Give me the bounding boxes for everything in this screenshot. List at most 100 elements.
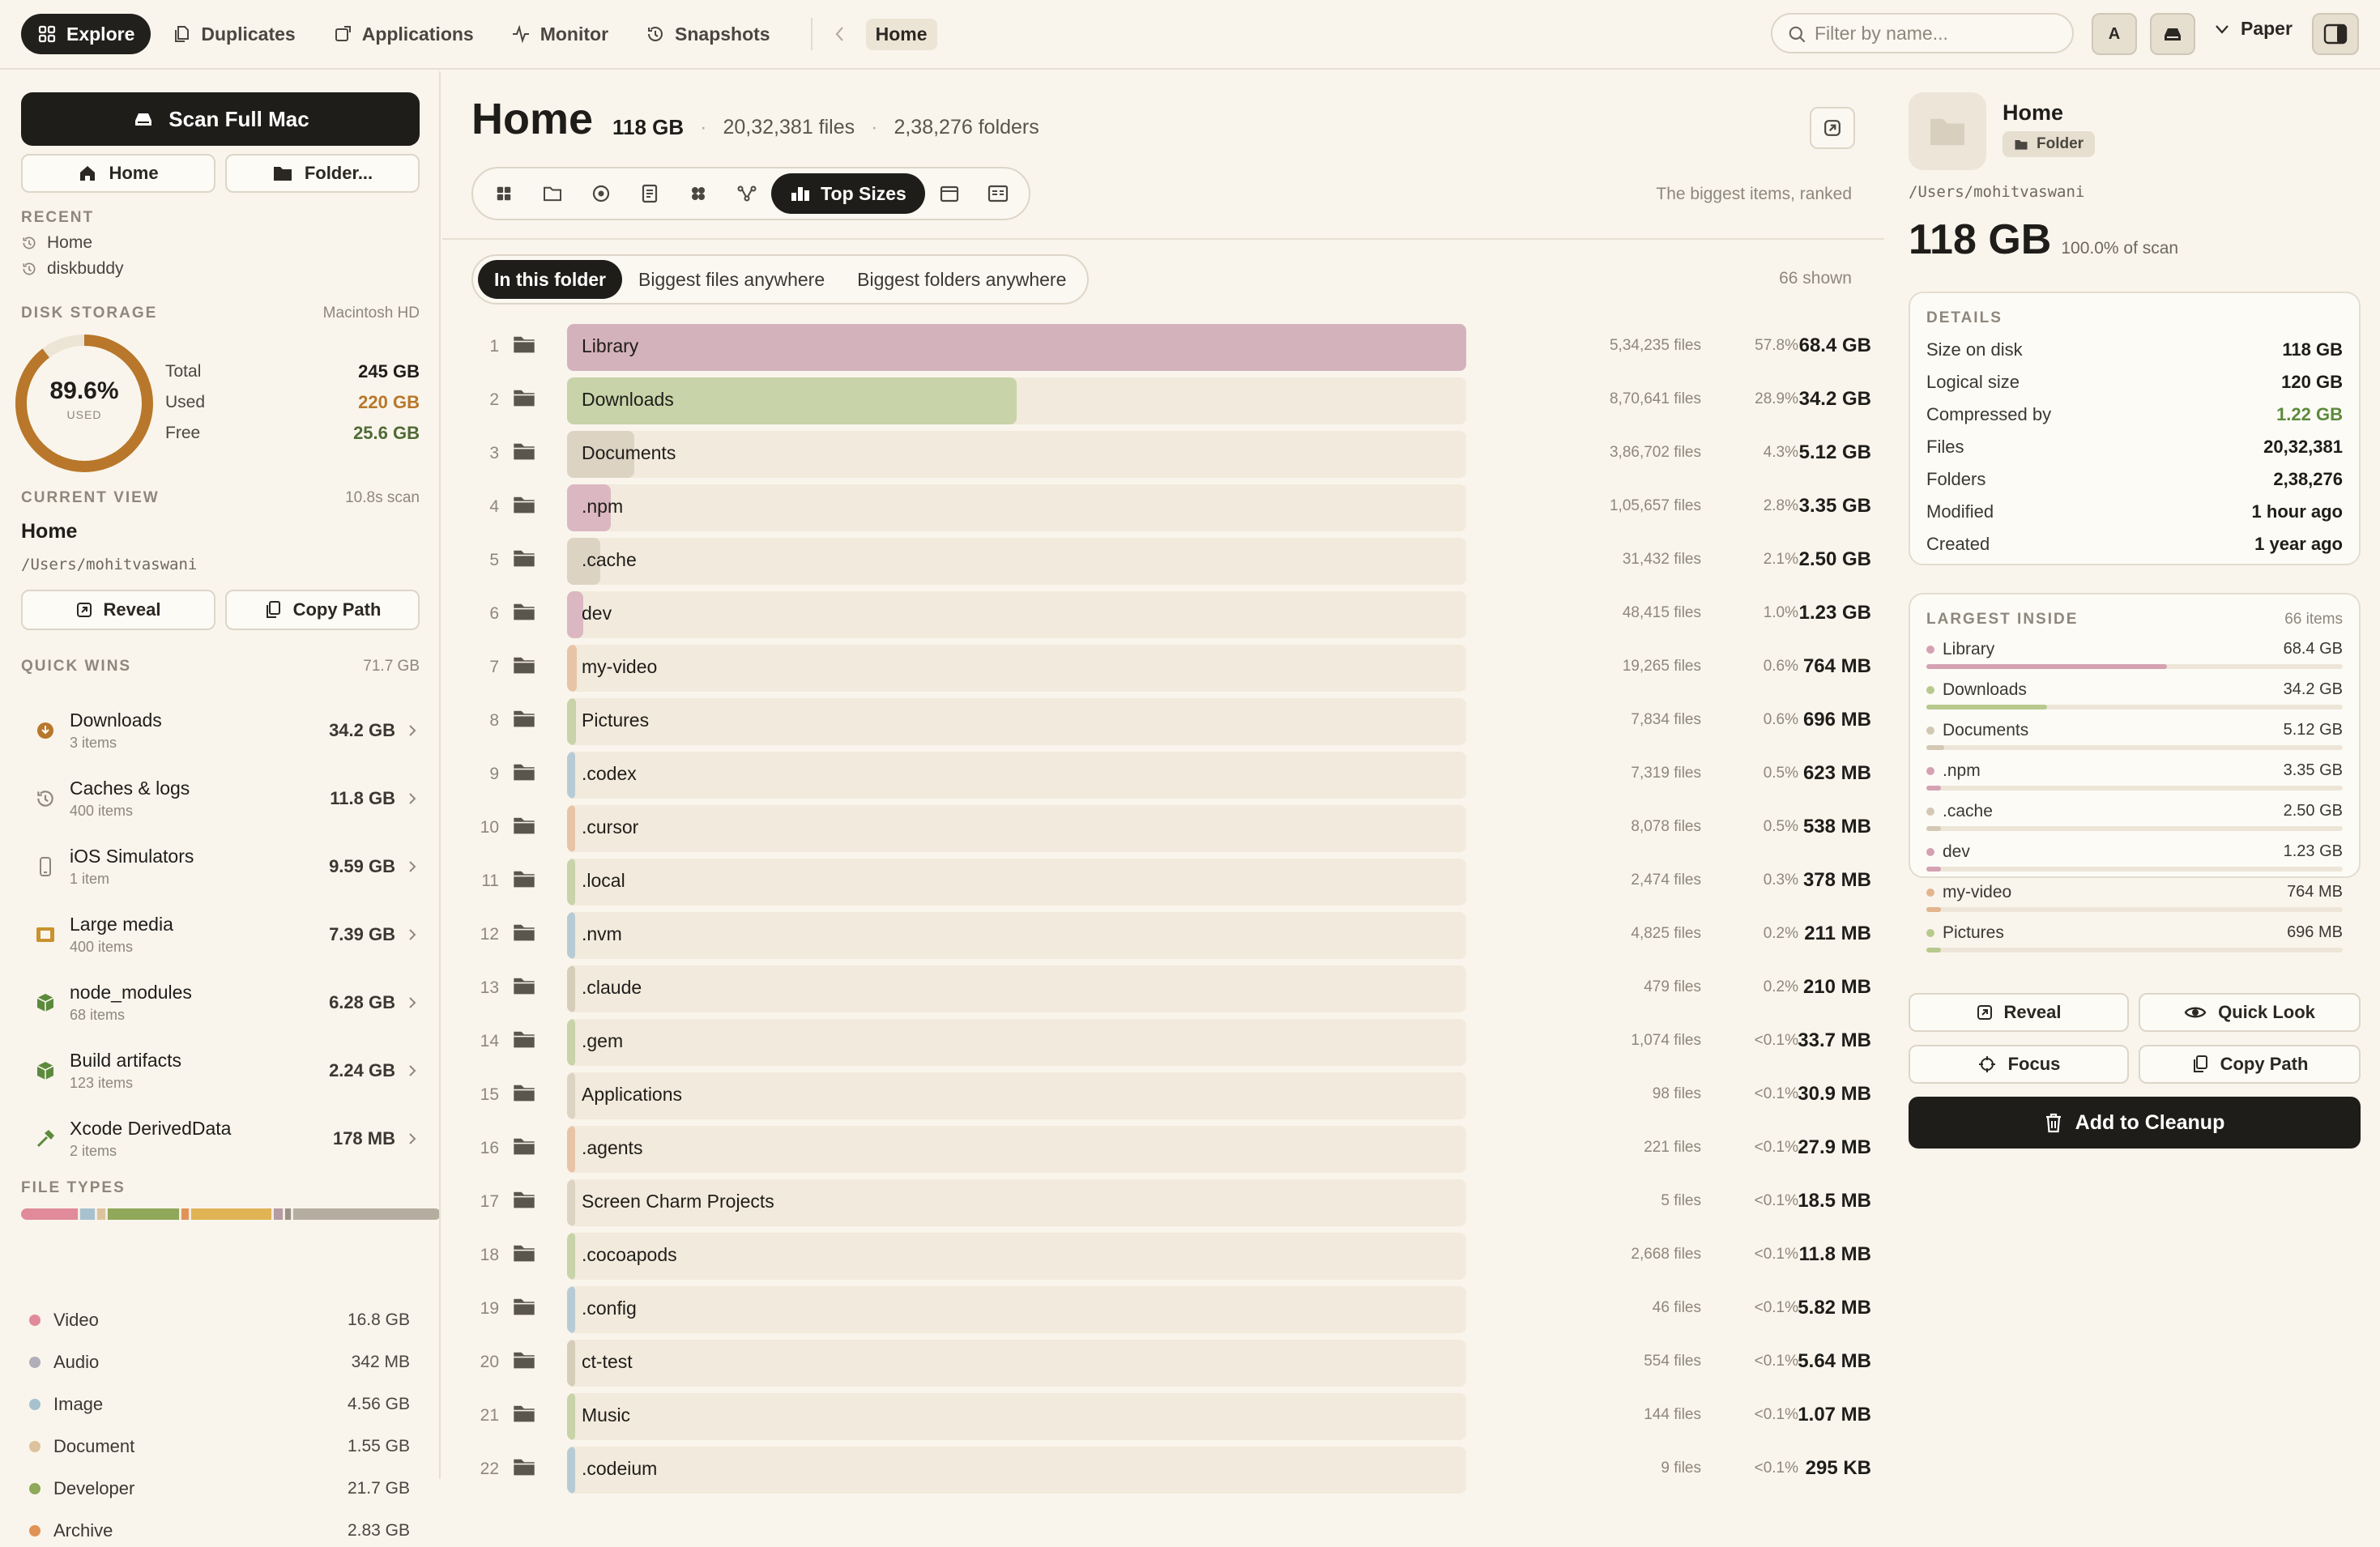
table-row[interactable]: 21 Music 144 files <0.1% 1.07 MB	[459, 1390, 1871, 1443]
view-sunburst-button[interactable]	[577, 173, 625, 214]
tab-applications[interactable]: Applications	[317, 14, 490, 54]
panel-copy-path-button[interactable]: Copy Path	[2139, 1045, 2361, 1084]
quick-win-item[interactable]: Downloads 3 items 34.2 GB	[21, 697, 418, 765]
quick-win-item[interactable]: Caches & logs 400 items 11.8 GB	[21, 765, 418, 833]
home-button[interactable]: Home	[21, 154, 215, 193]
theme-label: Paper	[2241, 18, 2293, 39]
scope-biggest-folders[interactable]: Biggest folders anywhere	[841, 260, 1082, 299]
table-row[interactable]: 4 .npm 1,05,657 files 2.8% 3.35 GB	[459, 481, 1871, 535]
largest-item[interactable]: Downloads 34.2 GB	[1926, 677, 2343, 718]
table-row[interactable]: 11 .local 2,474 files 0.3% 378 MB	[459, 855, 1871, 909]
view-list-button[interactable]	[625, 173, 674, 214]
table-row[interactable]: 5 .cache 31,432 files 2.1% 2.50 GB	[459, 535, 1871, 588]
table-row[interactable]: 12 .nvm 4,825 files 0.2% 211 MB	[459, 909, 1871, 962]
table-row[interactable]: 7 my-video 19,265 files 0.6% 764 MB	[459, 641, 1871, 695]
size-bar-track	[567, 1233, 1466, 1280]
breadcrumb-home[interactable]: Home	[865, 18, 937, 50]
table-row[interactable]: 10 .cursor 8,078 files 0.5% 538 MB	[459, 802, 1871, 855]
largest-item[interactable]: Documents 5.12 GB	[1926, 718, 2343, 758]
quick-win-item[interactable]: Xcode DerivedData 2 items 178 MB	[21, 1105, 418, 1173]
view-grid-button[interactable]	[480, 173, 528, 214]
table-row[interactable]: 22 .codeium 9 files <0.1% 295 KB	[459, 1443, 1871, 1497]
row-name: .cursor	[582, 816, 639, 837]
scope-in-this-folder[interactable]: In this folder	[478, 260, 622, 299]
table-row[interactable]: 17 Screen Charm Projects 5 files <0.1% 18.5 …	[459, 1176, 1871, 1230]
row-rank: 13	[480, 978, 499, 997]
largest-item[interactable]: Library 68.4 GB	[1926, 637, 2343, 677]
table-row[interactable]: 16 .agents 221 files <0.1% 27.9 MB	[459, 1123, 1871, 1176]
size-bar-fill	[567, 805, 575, 852]
tab-duplicates-label: Duplicates	[201, 23, 296, 45]
file-type-item[interactable]: Archive 2.83 GB	[21, 1515, 410, 1547]
scope-biggest-files[interactable]: Biggest files anywhere	[622, 260, 841, 299]
table-row[interactable]: 6 dev 48,415 files 1.0% 1.23 GB	[459, 588, 1871, 641]
drive-button[interactable]	[2150, 13, 2195, 55]
tab-explore[interactable]: Explore	[21, 14, 151, 54]
quick-win-item[interactable]: node_modules 68 items 6.28 GB	[21, 969, 418, 1037]
view-bubbles-button[interactable]	[674, 173, 723, 214]
view-folders-button[interactable]	[528, 173, 577, 214]
table-row[interactable]: 15 Applications 98 files <0.1% 30.9 MB	[459, 1069, 1871, 1123]
row-name: .gem	[582, 1030, 624, 1051]
recent-item-diskbuddy[interactable]: diskbuddy	[21, 256, 124, 282]
focus-button[interactable]: Focus	[1909, 1045, 2129, 1084]
folder-icon	[512, 1456, 536, 1477]
choose-folder-button[interactable]: Folder...	[225, 154, 420, 193]
view-table-button[interactable]	[974, 173, 1022, 214]
row-name: dev	[582, 603, 612, 624]
panel-reveal-button[interactable]: Reveal	[1909, 993, 2129, 1032]
tab-snapshots[interactable]: Snapshots	[629, 14, 787, 54]
view-top-sizes-button[interactable]: Top Sizes	[771, 173, 925, 214]
bar-chart-icon	[790, 185, 811, 202]
open-in-finder-button[interactable]	[1810, 107, 1855, 149]
table-row[interactable]: 3 Documents 3,86,702 files 4.3% 5.12 GB	[459, 428, 1871, 481]
quick-look-button[interactable]: Quick Look	[2139, 993, 2361, 1032]
view-calendar-button[interactable]	[925, 173, 974, 214]
copy-path-label: Copy Path	[292, 599, 382, 620]
file-type-item[interactable]: Developer 21.7 GB	[21, 1472, 410, 1505]
quick-win-item[interactable]: iOS Simulators 1 item 9.59 GB	[21, 833, 418, 901]
theme-selector[interactable]: Paper	[2213, 18, 2293, 40]
table-row[interactable]: 19 .config 46 files <0.1% 5.82 MB	[459, 1283, 1871, 1336]
table-row[interactable]: 9 .codex 7,319 files 0.5% 623 MB	[459, 748, 1871, 802]
quick-win-item[interactable]: Build artifacts 123 items 2.24 GB	[21, 1037, 418, 1105]
largest-item[interactable]: .cache 2.50 GB	[1926, 799, 2343, 839]
largest-item[interactable]: dev 1.23 GB	[1926, 839, 2343, 880]
reveal-button[interactable]: Reveal	[21, 590, 215, 630]
row-size: 2.50 GB	[1798, 548, 1871, 570]
view-graph-button[interactable]	[723, 173, 771, 214]
largest-item[interactable]: .npm 3.35 GB	[1926, 758, 2343, 799]
scan-full-mac-button[interactable]: Scan Full Mac	[21, 92, 420, 146]
add-to-cleanup-button[interactable]: Add to Cleanup	[1909, 1097, 2361, 1149]
reveal-label: Reveal	[103, 599, 161, 620]
recent-item-home[interactable]: Home	[21, 230, 92, 256]
avatar-button[interactable]: A	[2092, 13, 2137, 55]
quick-win-item[interactable]: Large media 400 items 7.39 GB	[21, 901, 418, 969]
file-type-item[interactable]: Document 1.55 GB	[21, 1430, 410, 1463]
copy-path-button[interactable]: Copy Path	[225, 590, 420, 630]
table-row[interactable]: 8 Pictures 7,834 files 0.6% 696 MB	[459, 695, 1871, 748]
file-type-item[interactable]: Image 4.56 GB	[21, 1388, 410, 1421]
folder-icon	[512, 708, 536, 729]
tab-duplicates[interactable]: Duplicates	[156, 14, 311, 54]
file-type-item[interactable]: Video 16.8 GB	[21, 1304, 410, 1336]
toggle-sidebar-button[interactable]	[2312, 13, 2359, 55]
table-row[interactable]: 18 .cocoapods 2,668 files <0.1% 11.8 MB	[459, 1230, 1871, 1283]
tab-monitor[interactable]: Monitor	[495, 14, 625, 54]
file-type-item[interactable]: Audio 342 MB	[21, 1346, 410, 1379]
table-row[interactable]: 1 Library 5,34,235 files 57.8% 68.4 GB	[459, 321, 1871, 374]
table-row[interactable]: 2 Downloads 8,70,641 files 28.9% 34.2 GB	[459, 374, 1871, 428]
back-chevron-icon[interactable]	[832, 24, 848, 44]
largest-item-dot	[1926, 848, 1934, 856]
folder-size: 118 GB	[612, 115, 685, 139]
table-row[interactable]: 14 .gem 1,074 files <0.1% 33.7 MB	[459, 1016, 1871, 1069]
filter-search-input[interactable]: Filter by name...	[1771, 13, 2074, 53]
row-size: 27.9 MB	[1798, 1136, 1871, 1158]
table-row[interactable]: 13 .claude 479 files 0.2% 210 MB	[459, 962, 1871, 1016]
table-row[interactable]: 20 ct-test 554 files <0.1% 5.64 MB	[459, 1336, 1871, 1390]
row-rank: 6	[489, 604, 499, 623]
largest-item[interactable]: Pictures 696 MB	[1926, 920, 2343, 961]
largest-item[interactable]: my-video 764 MB	[1926, 880, 2343, 920]
folder-icon	[512, 387, 536, 408]
row-name: .cache	[582, 549, 637, 570]
